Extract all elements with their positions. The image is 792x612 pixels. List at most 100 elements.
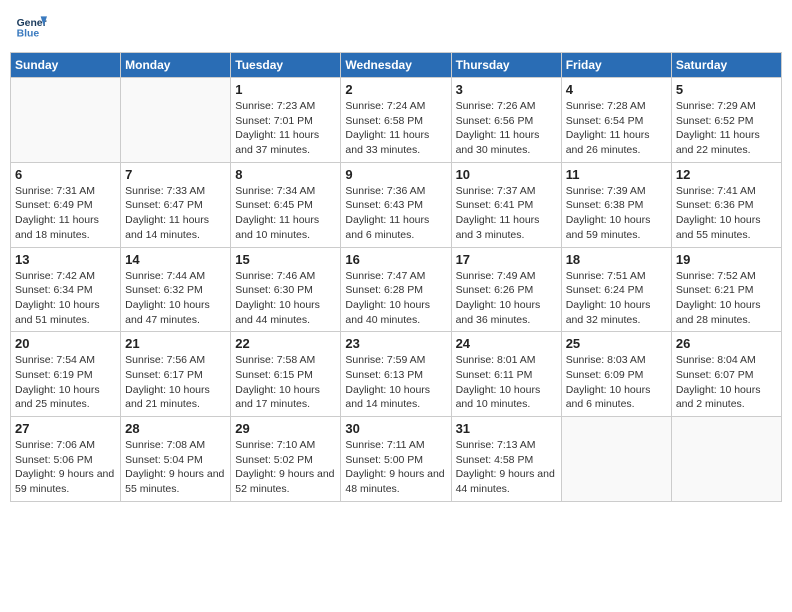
- calendar: SundayMondayTuesdayWednesdayThursdayFrid…: [10, 52, 782, 502]
- calendar-week-row: 13 Sunrise: 7:42 AM Sunset: 6:34 PM Dayli…: [11, 247, 782, 332]
- day-info: Sunrise: 7:51 AM Sunset: 6:24 PM Dayligh…: [566, 269, 667, 328]
- calendar-cell: 10 Sunrise: 7:37 AM Sunset: 6:41 PM Dayli…: [451, 162, 561, 247]
- calendar-cell: 9 Sunrise: 7:36 AM Sunset: 6:43 PM Daylig…: [341, 162, 451, 247]
- day-number: 27: [15, 421, 116, 436]
- calendar-week-row: 27 Sunrise: 7:06 AM Sunset: 5:06 PM Dayli…: [11, 417, 782, 502]
- logo: General Blue: [15, 10, 51, 42]
- day-number: 9: [345, 167, 446, 182]
- calendar-cell: 16 Sunrise: 7:47 AM Sunset: 6:28 PM Dayli…: [341, 247, 451, 332]
- day-info: Sunrise: 7:41 AM Sunset: 6:36 PM Dayligh…: [676, 184, 777, 243]
- calendar-cell: 11Sunrise: 7:39 AM Sunset: 6:38 PM Dayli…: [561, 162, 671, 247]
- day-number: 25: [566, 336, 667, 351]
- day-number: 22: [235, 336, 336, 351]
- day-number: 20: [15, 336, 116, 351]
- calendar-cell: 30 Sunrise: 7:11 AM Sunset: 5:00 PM Dayli…: [341, 417, 451, 502]
- calendar-cell: 12Sunrise: 7:41 AM Sunset: 6:36 PM Dayli…: [671, 162, 781, 247]
- day-info: Sunrise: 7:28 AM Sunset: 6:54 PM Dayligh…: [566, 99, 667, 158]
- day-info: Sunrise: 7:06 AM Sunset: 5:06 PM Dayligh…: [15, 438, 116, 497]
- day-info: Sunrise: 8:04 AM Sunset: 6:07 PM Dayligh…: [676, 353, 777, 412]
- calendar-cell: 13 Sunrise: 7:42 AM Sunset: 6:34 PM Dayli…: [11, 247, 121, 332]
- calendar-cell: 23Sunrise: 7:59 AM Sunset: 6:13 PM Dayli…: [341, 332, 451, 417]
- day-info: Sunrise: 7:47 AM Sunset: 6:28 PM Dayligh…: [345, 269, 446, 328]
- weekday-header: Monday: [121, 53, 231, 78]
- day-info: Sunrise: 7:13 AM Sunset: 4:58 PM Dayligh…: [456, 438, 557, 497]
- calendar-cell: [11, 78, 121, 163]
- calendar-cell: 29 Sunrise: 7:10 AM Sunset: 5:02 PM Dayli…: [231, 417, 341, 502]
- day-number: 11: [566, 167, 667, 182]
- day-number: 19: [676, 252, 777, 267]
- day-info: Sunrise: 7:52 AM Sunset: 6:21 PM Dayligh…: [676, 269, 777, 328]
- calendar-cell: 4 Sunrise: 7:28 AM Sunset: 6:54 PM Daylig…: [561, 78, 671, 163]
- calendar-week-row: 1 Sunrise: 7:23 AM Sunset: 7:01 PM Daylig…: [11, 78, 782, 163]
- day-number: 10: [456, 167, 557, 182]
- day-number: 29: [235, 421, 336, 436]
- day-info: Sunrise: 8:01 AM Sunset: 6:11 PM Dayligh…: [456, 353, 557, 412]
- weekday-header: Saturday: [671, 53, 781, 78]
- logo-icon: General Blue: [15, 10, 47, 42]
- calendar-week-row: 6 Sunrise: 7:31 AM Sunset: 6:49 PM Daylig…: [11, 162, 782, 247]
- day-number: 26: [676, 336, 777, 351]
- day-number: 6: [15, 167, 116, 182]
- calendar-cell: 18 Sunrise: 7:51 AM Sunset: 6:24 PM Dayli…: [561, 247, 671, 332]
- day-info: Sunrise: 7:56 AM Sunset: 6:17 PM Dayligh…: [125, 353, 226, 412]
- day-number: 31: [456, 421, 557, 436]
- day-number: 13: [15, 252, 116, 267]
- calendar-cell: 20 Sunrise: 7:54 AM Sunset: 6:19 PM Dayli…: [11, 332, 121, 417]
- day-info: Sunrise: 7:10 AM Sunset: 5:02 PM Dayligh…: [235, 438, 336, 497]
- weekday-header: Friday: [561, 53, 671, 78]
- day-number: 8: [235, 167, 336, 182]
- day-info: Sunrise: 7:31 AM Sunset: 6:49 PM Dayligh…: [15, 184, 116, 243]
- calendar-cell: 15 Sunrise: 7:46 AM Sunset: 6:30 PM Dayli…: [231, 247, 341, 332]
- calendar-cell: 5Sunrise: 7:29 AM Sunset: 6:52 PM Daylig…: [671, 78, 781, 163]
- day-number: 23: [345, 336, 446, 351]
- calendar-cell: 7 Sunrise: 7:33 AM Sunset: 6:47 PM Daylig…: [121, 162, 231, 247]
- weekday-header: Wednesday: [341, 53, 451, 78]
- day-number: 30: [345, 421, 446, 436]
- calendar-cell: 31 Sunrise: 7:13 AM Sunset: 4:58 PM Dayli…: [451, 417, 561, 502]
- calendar-cell: 25 Sunrise: 8:03 AM Sunset: 6:09 PM Dayli…: [561, 332, 671, 417]
- calendar-week-row: 20 Sunrise: 7:54 AM Sunset: 6:19 PM Dayli…: [11, 332, 782, 417]
- weekday-header: Sunday: [11, 53, 121, 78]
- day-number: 21: [125, 336, 226, 351]
- day-info: Sunrise: 7:58 AM Sunset: 6:15 PM Dayligh…: [235, 353, 336, 412]
- day-info: Sunrise: 7:42 AM Sunset: 6:34 PM Dayligh…: [15, 269, 116, 328]
- day-info: Sunrise: 8:03 AM Sunset: 6:09 PM Dayligh…: [566, 353, 667, 412]
- calendar-cell: 14 Sunrise: 7:44 AM Sunset: 6:32 PM Dayli…: [121, 247, 231, 332]
- day-number: 2: [345, 82, 446, 97]
- calendar-cell: [561, 417, 671, 502]
- calendar-cell: 21 Sunrise: 7:56 AM Sunset: 6:17 PM Dayli…: [121, 332, 231, 417]
- day-info: Sunrise: 7:33 AM Sunset: 6:47 PM Dayligh…: [125, 184, 226, 243]
- calendar-cell: 17 Sunrise: 7:49 AM Sunset: 6:26 PM Dayli…: [451, 247, 561, 332]
- calendar-cell: 22 Sunrise: 7:58 AM Sunset: 6:15 PM Dayli…: [231, 332, 341, 417]
- day-info: Sunrise: 7:49 AM Sunset: 6:26 PM Dayligh…: [456, 269, 557, 328]
- calendar-cell: [121, 78, 231, 163]
- day-number: 17: [456, 252, 557, 267]
- day-info: Sunrise: 7:36 AM Sunset: 6:43 PM Dayligh…: [345, 184, 446, 243]
- day-number: 7: [125, 167, 226, 182]
- day-info: Sunrise: 7:08 AM Sunset: 5:04 PM Dayligh…: [125, 438, 226, 497]
- day-number: 28: [125, 421, 226, 436]
- calendar-cell: 2 Sunrise: 7:24 AM Sunset: 6:58 PM Daylig…: [341, 78, 451, 163]
- day-info: Sunrise: 7:23 AM Sunset: 7:01 PM Dayligh…: [235, 99, 336, 158]
- calendar-cell: 28 Sunrise: 7:08 AM Sunset: 5:04 PM Dayli…: [121, 417, 231, 502]
- day-info: Sunrise: 7:24 AM Sunset: 6:58 PM Dayligh…: [345, 99, 446, 158]
- day-info: Sunrise: 7:11 AM Sunset: 5:00 PM Dayligh…: [345, 438, 446, 497]
- weekday-header: Thursday: [451, 53, 561, 78]
- calendar-cell: 24 Sunrise: 8:01 AM Sunset: 6:11 PM Dayli…: [451, 332, 561, 417]
- day-number: 4: [566, 82, 667, 97]
- day-info: Sunrise: 7:44 AM Sunset: 6:32 PM Dayligh…: [125, 269, 226, 328]
- day-number: 1: [235, 82, 336, 97]
- day-number: 16: [345, 252, 446, 267]
- calendar-cell: [671, 417, 781, 502]
- calendar-cell: 26 Sunrise: 8:04 AM Sunset: 6:07 PM Dayli…: [671, 332, 781, 417]
- day-info: Sunrise: 7:29 AM Sunset: 6:52 PM Dayligh…: [676, 99, 777, 158]
- day-number: 15: [235, 252, 336, 267]
- day-info: Sunrise: 7:54 AM Sunset: 6:19 PM Dayligh…: [15, 353, 116, 412]
- calendar-header-row: SundayMondayTuesdayWednesdayThursdayFrid…: [11, 53, 782, 78]
- day-info: Sunrise: 7:37 AM Sunset: 6:41 PM Dayligh…: [456, 184, 557, 243]
- day-number: 24: [456, 336, 557, 351]
- day-number: 14: [125, 252, 226, 267]
- day-number: 18: [566, 252, 667, 267]
- day-info: Sunrise: 7:26 AM Sunset: 6:56 PM Dayligh…: [456, 99, 557, 158]
- day-info: Sunrise: 7:46 AM Sunset: 6:30 PM Dayligh…: [235, 269, 336, 328]
